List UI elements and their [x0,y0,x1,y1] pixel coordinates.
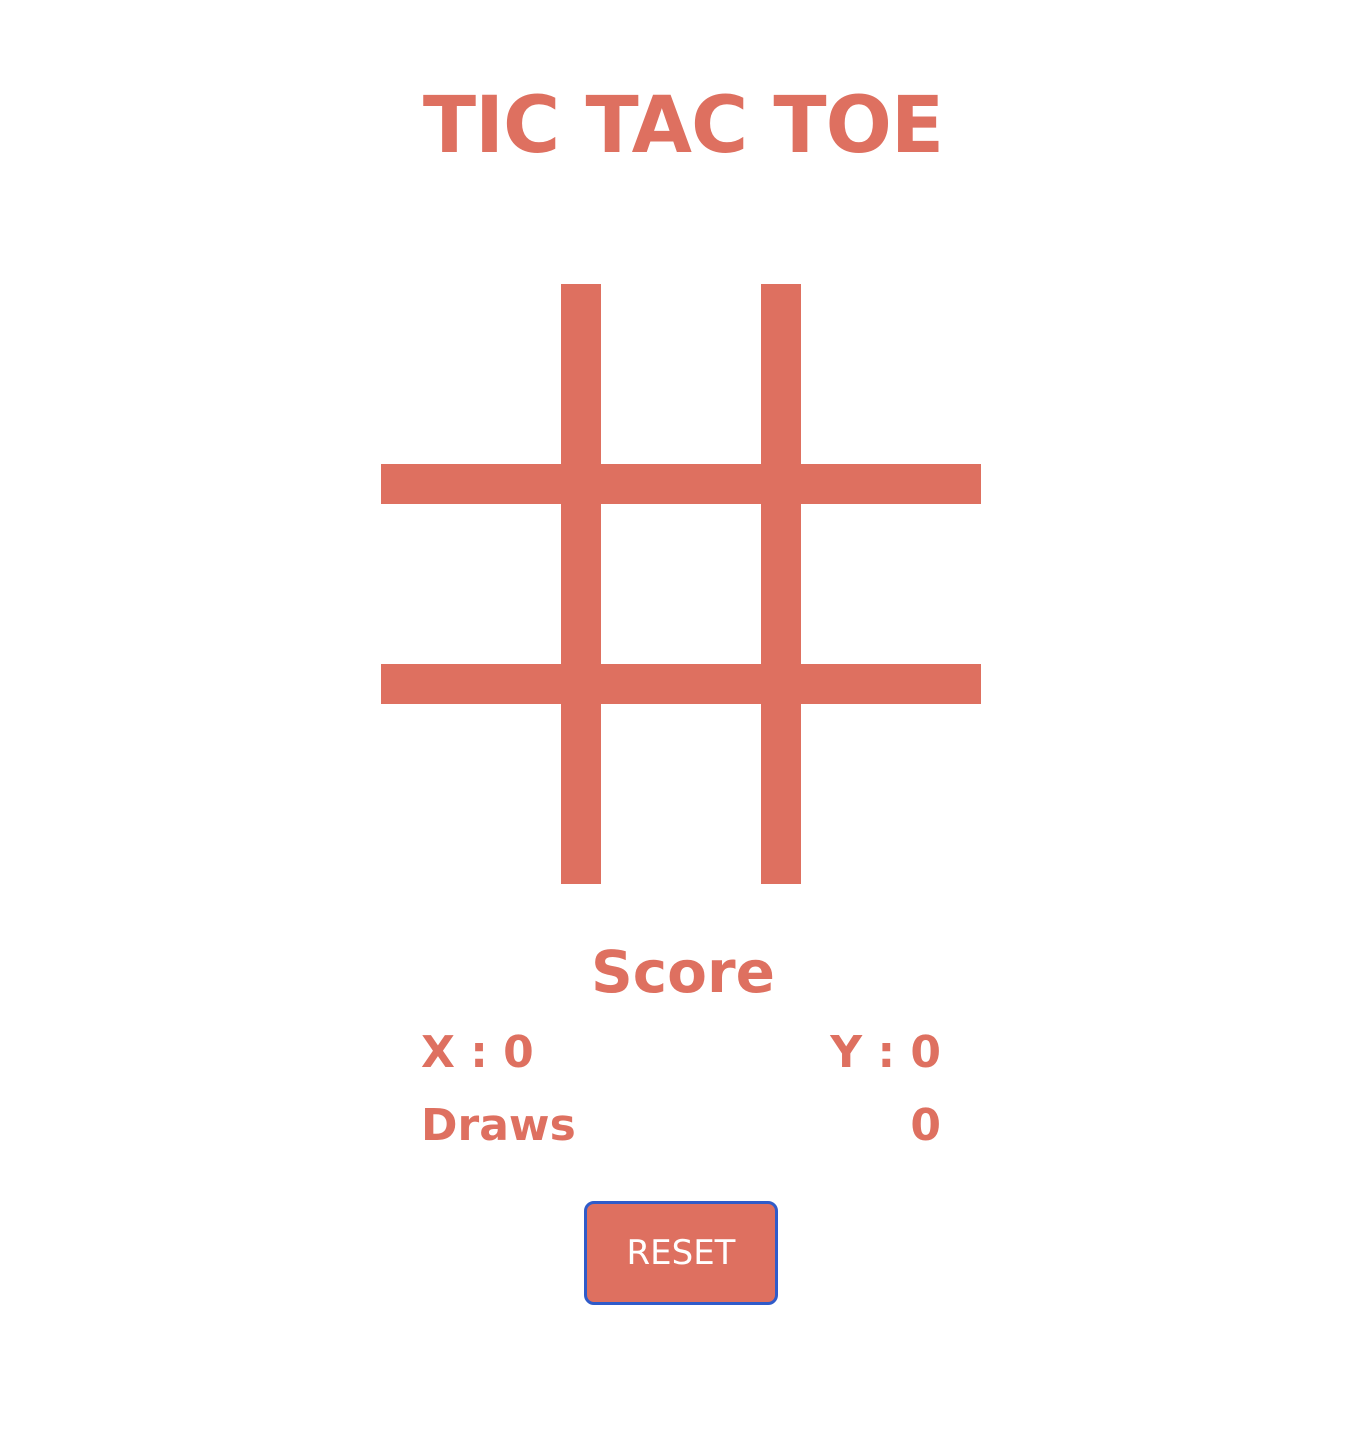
board-cell-2[interactable] [601,284,761,464]
grid-line [601,464,761,504]
draws-value: 0 [910,1100,941,1151]
score-heading: Score [591,938,775,1006]
grid-line [761,704,801,884]
grid-line [761,504,801,664]
grid-line [801,464,981,504]
score-x: X : 0 [421,1027,534,1078]
grid-line [561,464,601,504]
game-board [381,284,981,884]
board-cell-6[interactable] [801,504,981,664]
board-cell-5[interactable] [601,504,761,664]
board-cell-7[interactable] [381,704,561,884]
grid-line [381,464,561,504]
grid-line [761,284,801,464]
grid-line [601,664,761,704]
grid-line [381,664,561,704]
grid-line [761,664,801,704]
grid-line [561,284,601,464]
grid-line [761,464,801,504]
score-row-players: X : 0 Y : 0 [421,1025,941,1081]
grid-line [561,664,601,704]
grid-line [561,504,601,664]
draws-label: Draws [421,1100,576,1151]
board-cell-4[interactable] [381,504,561,664]
board-cell-9[interactable] [801,704,981,884]
board-cell-3[interactable] [801,284,981,464]
page-title: TIC TAC TOE [422,81,944,171]
grid-line [561,704,601,884]
reset-button[interactable]: RESET [584,1201,778,1305]
score-y: Y : 0 [830,1027,941,1078]
board-cell-8[interactable] [601,704,761,884]
grid-line [801,664,981,704]
board-cell-1[interactable] [381,284,561,464]
score-row-draws: Draws 0 [421,1098,941,1154]
